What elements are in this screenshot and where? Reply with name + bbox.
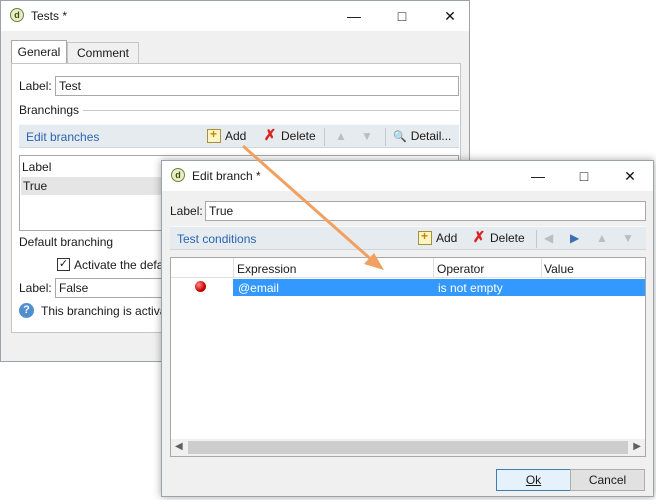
delete-branch-label: Delete xyxy=(281,129,316,143)
cancel-button[interactable]: Cancel xyxy=(570,469,645,491)
default-label-caption: Label: xyxy=(19,281,52,295)
ok-button-label: Ok xyxy=(525,473,542,487)
delete-icon: ✗ xyxy=(472,229,486,246)
close-icon[interactable]: ✕ xyxy=(607,161,653,191)
add-condition-label: Add xyxy=(436,231,458,245)
minimize-icon[interactable]: — xyxy=(331,1,377,31)
info-text: This branching is activa xyxy=(41,304,167,318)
column-expression[interactable]: Expression xyxy=(237,262,296,276)
branch-label-field[interactable]: True xyxy=(205,201,646,221)
move-up-icon[interactable]: ▲ xyxy=(596,231,608,245)
move-down-icon[interactable]: ▼ xyxy=(361,129,373,143)
delete-condition-label: Delete xyxy=(490,231,525,245)
tab-comment-label: Comment xyxy=(76,46,129,60)
info-icon: ? xyxy=(19,303,34,318)
add-branch-button[interactable]: Add xyxy=(207,127,247,143)
label-field[interactable]: Test xyxy=(55,76,459,96)
tab-general[interactable]: General xyxy=(11,40,67,64)
add-branch-label: Add xyxy=(225,129,247,143)
test-conditions-link[interactable]: Test conditions xyxy=(177,232,256,246)
toolbar-separator xyxy=(324,128,325,146)
edit-branches-link[interactable]: Edit branches xyxy=(26,130,99,144)
detail-button[interactable]: 🔍 Detail... xyxy=(393,129,451,143)
activate-label: Activate the defa xyxy=(74,258,164,272)
edit-branch-titlebar: d Edit branch * — □ ✕ xyxy=(162,161,653,191)
list-item-label: True xyxy=(23,179,48,193)
header-cell xyxy=(541,258,542,277)
move-up-icon[interactable]: ▲ xyxy=(335,129,347,143)
list-item[interactable]: True xyxy=(21,177,161,195)
scroll-left-icon[interactable]: ◀ xyxy=(175,441,183,452)
tab-general-label: General xyxy=(17,45,61,59)
column-value[interactable]: Value xyxy=(544,262,574,276)
add-icon xyxy=(418,229,432,245)
branchings-toolbar: Edit branches Add ✗ Delete ▲ ▼ 🔍 Detail.… xyxy=(19,124,459,148)
close-icon[interactable]: ✕ xyxy=(427,1,473,31)
scrollbar-thumb[interactable] xyxy=(188,441,628,454)
activate-checkbox[interactable]: ✓ xyxy=(57,258,70,271)
move-down-icon[interactable]: ▼ xyxy=(622,231,634,245)
branch-list-header: Label xyxy=(22,160,52,174)
toolbar-separator-2 xyxy=(385,128,386,146)
header-cell xyxy=(433,258,434,277)
delete-branch-button[interactable]: ✗ Delete xyxy=(263,127,316,144)
detail-label: Detail... xyxy=(410,129,452,143)
label-caption: Label: xyxy=(19,79,52,93)
move-left-icon[interactable]: ◀ xyxy=(544,231,553,245)
add-condition-button[interactable]: Add xyxy=(418,229,458,245)
app-icon: d xyxy=(10,8,24,22)
app-icon: d xyxy=(171,168,185,182)
conditions-grid: Expression Operator Value @email is not … xyxy=(170,257,646,457)
conditions-toolbar: Test conditions Add ✗ Delete ◀ ▶ ▲ ▼ xyxy=(170,226,646,250)
tests-titlebar: d Tests * — □ ✕ xyxy=(1,1,469,31)
column-operator[interactable]: Operator xyxy=(437,262,484,276)
toolbar-separator xyxy=(536,230,537,248)
default-branching-heading: Default branching xyxy=(19,235,114,249)
status-dot-icon xyxy=(195,281,206,292)
row-operator[interactable]: is not empty xyxy=(438,281,503,295)
tests-window-title: Tests * xyxy=(31,9,68,23)
branchings-divider xyxy=(83,110,459,111)
move-right-icon[interactable]: ▶ xyxy=(570,231,579,245)
tab-comment[interactable]: Comment xyxy=(67,42,139,64)
grid-header: Expression Operator Value xyxy=(171,258,645,278)
scroll-right-icon[interactable]: ▶ xyxy=(633,441,641,452)
add-icon xyxy=(207,127,221,143)
branch-label-caption: Label: xyxy=(170,204,203,218)
magnifier-icon: 🔍 xyxy=(393,130,407,143)
ok-button[interactable]: Ok xyxy=(496,469,571,491)
minimize-icon[interactable]: — xyxy=(515,161,561,191)
row-expression[interactable]: @email xyxy=(238,281,279,295)
header-cell xyxy=(233,258,234,277)
cancel-button-label: Cancel xyxy=(588,473,627,487)
horizontal-scrollbar[interactable]: ◀ ▶ xyxy=(171,439,645,456)
maximize-icon[interactable]: □ xyxy=(379,1,425,31)
delete-icon: ✗ xyxy=(263,127,277,144)
delete-condition-button[interactable]: ✗ Delete xyxy=(472,229,525,246)
edit-branch-window: d Edit branch * — □ ✕ Label: True Test c… xyxy=(161,160,654,497)
edit-branch-title: Edit branch * xyxy=(192,169,261,183)
table-row[interactable]: @email is not empty xyxy=(171,279,645,296)
branchings-heading: Branchings xyxy=(19,103,80,117)
maximize-icon[interactable]: □ xyxy=(561,161,607,191)
